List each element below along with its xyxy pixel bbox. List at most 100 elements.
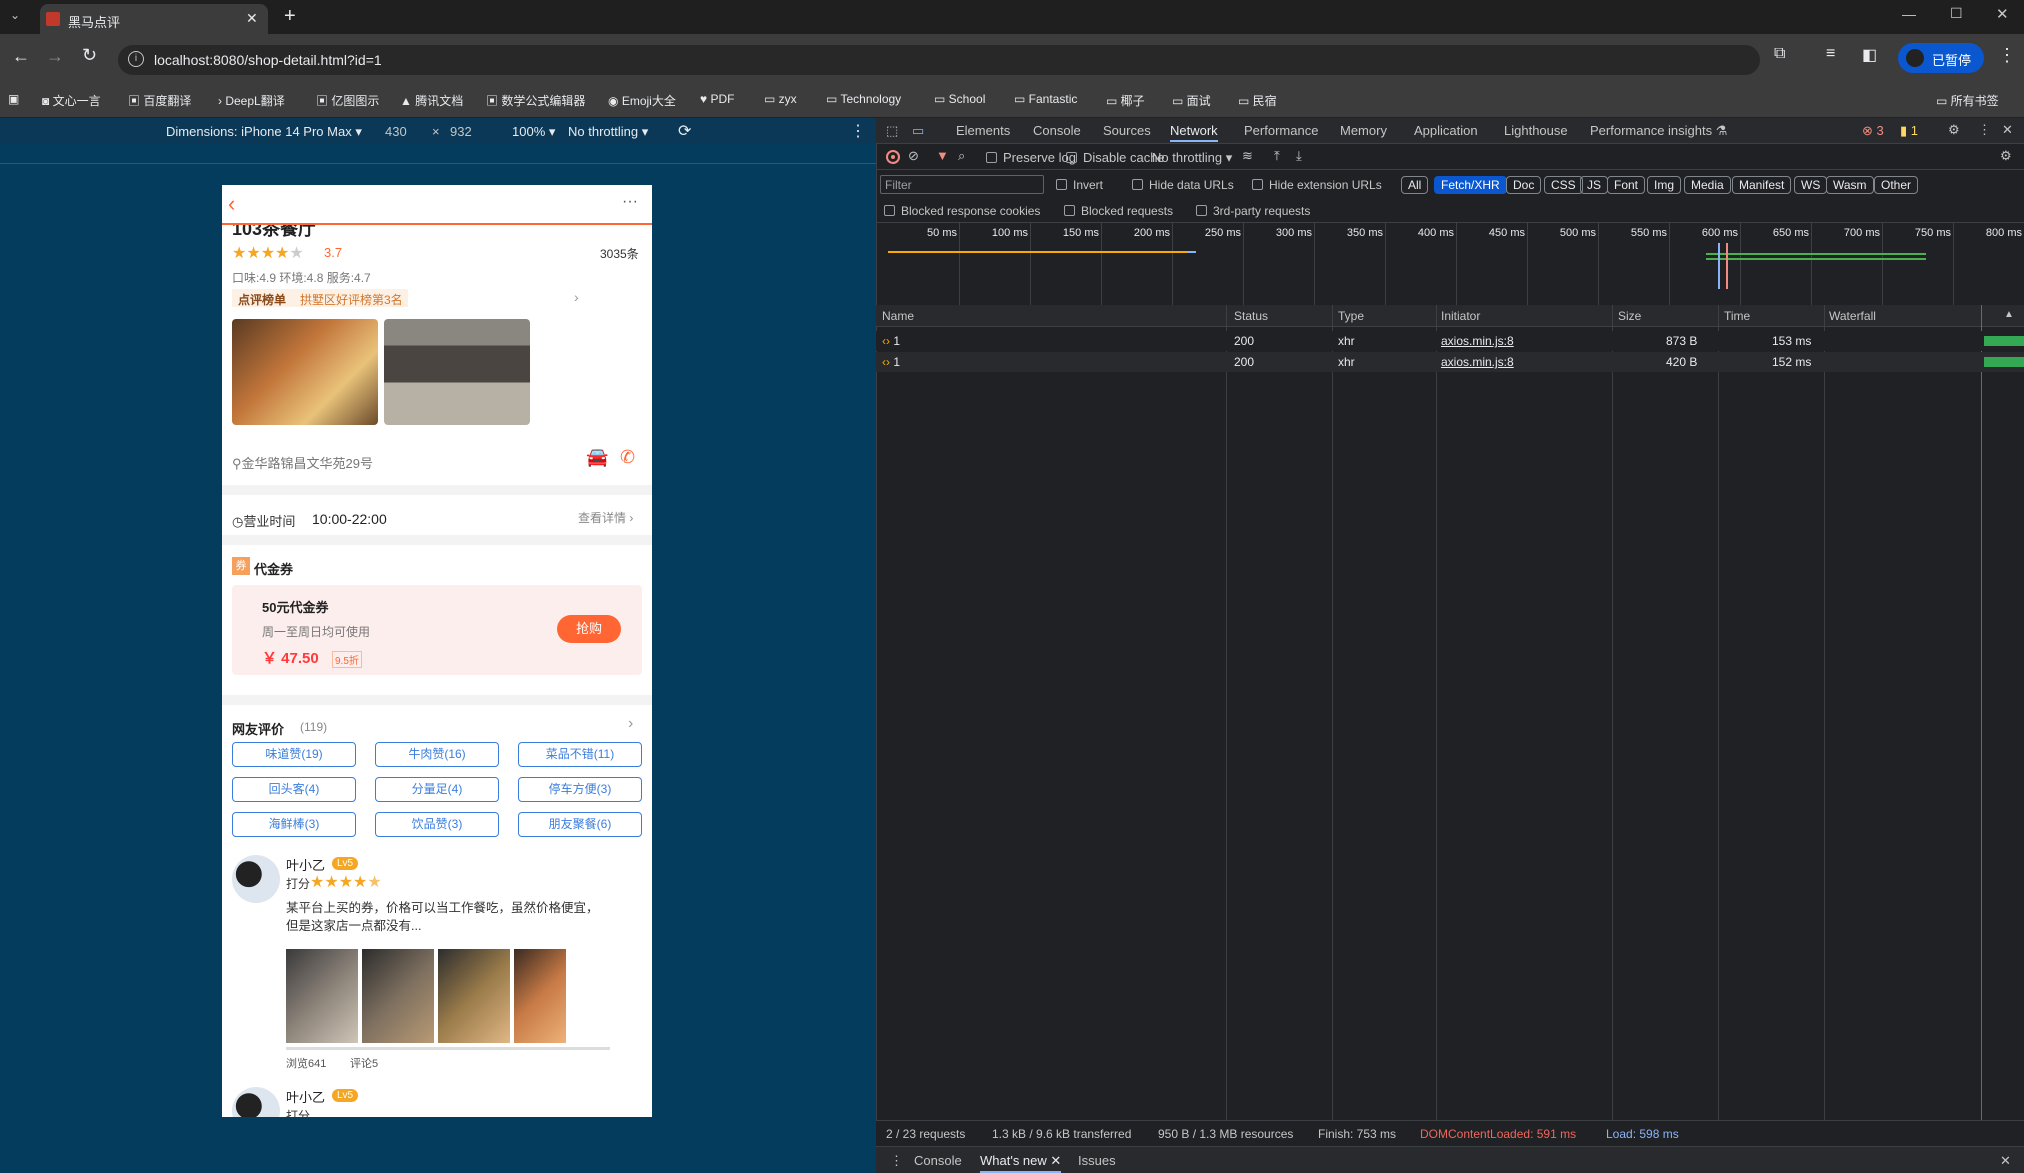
bookmark-item[interactable]: › DeepL翻译 [218, 92, 285, 109]
review-tag[interactable]: 海鲜棒(3) [232, 812, 356, 837]
blocked-requests-checkbox[interactable]: Blocked requests [1064, 204, 1173, 218]
menu-icon[interactable]: ⋮ [1998, 45, 2016, 66]
sidepanel-icon[interactable]: ◧ [1862, 45, 1877, 65]
tab-memory[interactable]: Memory [1340, 123, 1387, 138]
type-filter-font[interactable]: Font [1607, 176, 1646, 194]
inspect-icon[interactable]: ⬚ [886, 123, 898, 139]
site-info-icon[interactable]: i [128, 51, 144, 67]
avatar[interactable] [232, 855, 280, 903]
type-filter-ws[interactable]: WS [1794, 176, 1828, 194]
hours-more-link[interactable]: 查看详情 › [578, 509, 633, 526]
search-icon[interactable]: ⌕ [958, 148, 965, 164]
review-chevron-icon[interactable]: › [628, 715, 633, 733]
more-icon[interactable]: ··· [622, 193, 638, 211]
tab-network[interactable]: Network [1170, 123, 1218, 142]
review-tag[interactable]: 菜品不错(11) [518, 742, 642, 767]
extensions-icon[interactable]: ⧉ [1774, 45, 1785, 63]
filter-input[interactable]: Filter [880, 175, 1044, 194]
hide-data-urls-checkbox[interactable]: Hide data URLs [1132, 178, 1234, 192]
review-photo[interactable] [362, 949, 434, 1043]
hide-extension-urls-checkbox[interactable]: Hide extension URLs [1252, 178, 1382, 192]
type-filter-img[interactable]: Img [1647, 176, 1682, 194]
column-header[interactable]: Name [882, 309, 914, 323]
type-filter-media[interactable]: Media [1684, 176, 1731, 194]
car-icon[interactable]: 🚘 [586, 447, 608, 468]
request-initiator[interactable]: axios.min.js:8 [1441, 355, 1514, 369]
bookmark-item[interactable]: ▣ 百度翻译 [128, 92, 191, 109]
reload-icon[interactable]: ↻ [82, 45, 97, 66]
warning-count[interactable]: ▮ 1 [1900, 123, 1918, 139]
bookmark-item[interactable]: ◙ 文心一言 [42, 92, 101, 109]
clear-icon[interactable]: ⊘ [908, 148, 919, 164]
device-toggle-icon[interactable]: ▭ [912, 123, 924, 139]
network-settings-icon[interactable]: ⚙ [2000, 148, 2012, 164]
tab-search-icon[interactable]: ⌄ [10, 8, 28, 26]
review-tag[interactable]: 牛肉赞(16) [375, 742, 499, 767]
height-input[interactable]: 932 [450, 124, 472, 139]
close-drawer-icon[interactable]: ✕ [2000, 1153, 2011, 1169]
rotate-icon[interactable]: ⟳ [678, 121, 691, 141]
column-header[interactable]: Time [1724, 309, 1750, 323]
overview-timeline[interactable]: 50 ms 100 ms 150 ms 200 ms 250 ms 300 ms 350 m… [876, 222, 2024, 307]
avatar[interactable] [232, 1087, 280, 1117]
bookmark-folder[interactable]: ▭ School [934, 92, 985, 106]
review-tag[interactable]: 回头客(4) [232, 777, 356, 802]
drawer-tab-whats-new[interactable]: What's new ✕ [980, 1153, 1062, 1173]
throttle-select[interactable]: No throttling ▾ [568, 124, 648, 140]
bookmark-item[interactable]: ◉ Emoji大全 [608, 92, 676, 109]
column-header[interactable]: Type [1338, 309, 1364, 323]
bookmark-item[interactable]: ▣ 亿图图示 [316, 92, 379, 109]
type-filter-doc[interactable]: Doc [1506, 176, 1542, 194]
device-menu-icon[interactable]: ⋮ [850, 121, 866, 141]
request-initiator[interactable]: axios.min.js:8 [1441, 334, 1514, 348]
tab-performance[interactable]: Performance [1244, 123, 1318, 138]
tab-sources[interactable]: Sources [1103, 123, 1151, 138]
preserve-log-checkbox[interactable]: Preserve log [986, 150, 1076, 165]
review-photo[interactable] [438, 949, 510, 1043]
width-input[interactable]: 430 [385, 124, 407, 139]
invert-checkbox[interactable]: Invert [1056, 178, 1103, 192]
bookmark-folder[interactable]: ▭ zyx [764, 92, 797, 106]
column-header[interactable]: Status [1234, 309, 1268, 323]
tab-application[interactable]: Application [1414, 123, 1478, 138]
type-filter-all[interactable]: All [1401, 176, 1429, 194]
tab-console[interactable]: Console [1033, 123, 1081, 138]
tab-performance-insights[interactable]: Performance insights ⚗ [1590, 123, 1727, 139]
phone-icon[interactable]: ✆ [620, 447, 635, 468]
shop-photo-2[interactable] [384, 319, 530, 425]
review-tag[interactable]: 分量足(4) [375, 777, 499, 802]
drawer-menu-icon[interactable]: ⋮ [890, 1153, 903, 1169]
drawer-tab-console[interactable]: Console [914, 1153, 962, 1168]
drawer-tab-issues[interactable]: Issues [1078, 1153, 1116, 1168]
throttle-select[interactable]: No throttling ▾ [1152, 150, 1232, 166]
type-filter-manifest[interactable]: Manifest [1732, 176, 1792, 194]
close-tab-icon[interactable]: ✕ [246, 10, 258, 27]
buy-button[interactable]: 抢购 [557, 615, 621, 643]
error-count[interactable]: ⊗ 3 [1862, 123, 1884, 139]
rank-badge[interactable]: 点评榜单 拱墅区好评榜第3名 [232, 289, 408, 307]
type-filter-wasm[interactable]: Wasm [1826, 176, 1874, 194]
device-select[interactable]: Dimensions: iPhone 14 Pro Max ▾ [166, 124, 362, 140]
export-har-icon[interactable]: ⤓ [1296, 148, 1302, 164]
type-filter-css[interactable]: CSS [1544, 176, 1583, 194]
settings-icon[interactable]: ⚙ [1948, 122, 1960, 138]
table-row[interactable]: ‹› 1 200 xhr axios.min.js:8 873 B 153 ms [876, 331, 2024, 351]
profile-button[interactable]: 已暂停 [1898, 43, 1984, 73]
zoom-select[interactable]: 100% ▾ [512, 124, 555, 140]
type-filter-other[interactable]: Other [1874, 176, 1919, 194]
review-tag[interactable]: 味道赞(19) [232, 742, 356, 767]
forward-icon[interactable]: → [46, 46, 64, 67]
media-icon[interactable]: ≡ [1826, 45, 1835, 63]
review-tag[interactable]: 朋友聚餐(6) [518, 812, 642, 837]
filter-icon[interactable]: ▼ [936, 148, 949, 163]
column-header[interactable]: Initiator [1441, 309, 1480, 323]
bookmark-item[interactable]: ▲ 腾讯文档 [400, 92, 463, 109]
close-window-icon[interactable]: ✕ [1996, 5, 2009, 23]
third-party-checkbox[interactable]: 3rd-party requests [1196, 204, 1310, 218]
bookmark-folder[interactable]: ▭ Technology [826, 92, 901, 106]
column-header[interactable]: Waterfall [1829, 309, 1876, 323]
more-icon[interactable]: ⋮ [1978, 122, 1991, 138]
review-photo[interactable] [286, 949, 358, 1043]
sort-icon[interactable]: ▲ [2004, 309, 2014, 320]
review-tag[interactable]: 饮品赞(3) [375, 812, 499, 837]
